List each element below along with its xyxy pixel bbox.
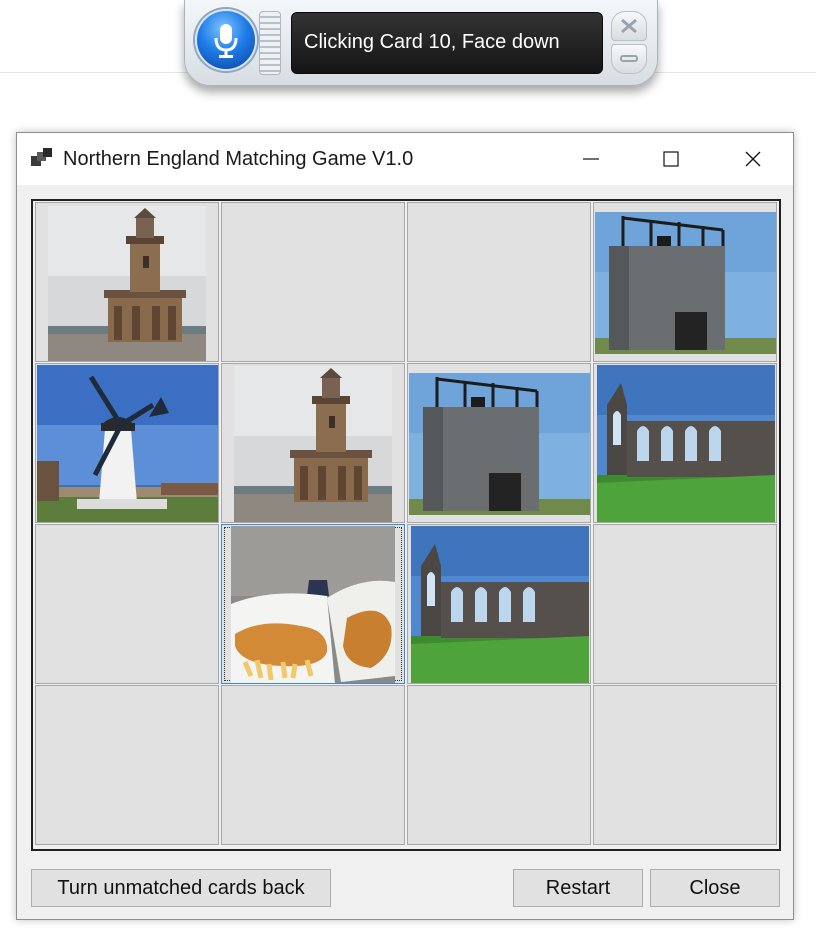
stone-tower-image [409,373,590,515]
card-15[interactable] [407,685,591,845]
turn-unmatched-back-button[interactable]: Turn unmatched cards back [31,869,331,907]
card-16[interactable] [593,685,777,845]
card-board [31,199,781,851]
card-6[interactable] [221,363,405,523]
speech-status-text: Clicking Card 10, Face down [304,31,560,53]
card-13[interactable] [35,685,219,845]
card-8[interactable] [593,363,777,523]
restart-button[interactable]: Restart [513,869,643,907]
card-1[interactable] [35,202,219,362]
microphone-button[interactable] [195,9,257,71]
stone-tower-image [595,212,776,354]
close-icon [621,18,637,34]
speech-status-panel: Clicking Card 10, Face down [291,12,603,74]
card-14[interactable] [221,685,405,845]
lighthouse-image [234,366,392,522]
speech-bar-grip[interactable] [259,11,281,75]
maximize-icon [663,151,679,167]
close-window-icon [745,151,761,167]
card-11[interactable] [407,524,591,684]
minimize-icon [620,55,638,62]
card-9[interactable] [35,524,219,684]
windmill-image [37,365,218,522]
minimize-window-icon [583,158,599,160]
card-5[interactable] [35,363,219,523]
card-3[interactable] [407,202,591,362]
card-7[interactable] [407,363,591,523]
game-window: Northern England Matching Game V1.0 Turn… [16,132,794,920]
close-button[interactable]: Close [650,869,780,907]
card-2[interactable] [221,202,405,362]
minimize-button[interactable] [551,133,631,185]
window-title: Northern England Matching Game V1.0 [63,148,414,170]
fish-and-chips-image [231,526,395,683]
abbey-ruins-image [597,365,775,522]
card-4[interactable] [593,202,777,362]
maximize-button[interactable] [631,133,711,185]
microphone-icon [214,24,238,58]
app-icon [31,148,52,166]
close-window-button[interactable] [713,133,793,185]
abbey-ruins-image [411,526,589,683]
title-bar[interactable]: Northern England Matching Game V1.0 [17,133,793,185]
speech-bar-close-button[interactable] [611,11,647,41]
lighthouse-image [48,206,206,361]
speech-recognition-bar: Clicking Card 10, Face down [184,0,658,86]
card-12[interactable] [593,524,777,684]
speech-bar-minimize-button[interactable] [611,44,647,74]
card-10[interactable] [221,524,405,684]
